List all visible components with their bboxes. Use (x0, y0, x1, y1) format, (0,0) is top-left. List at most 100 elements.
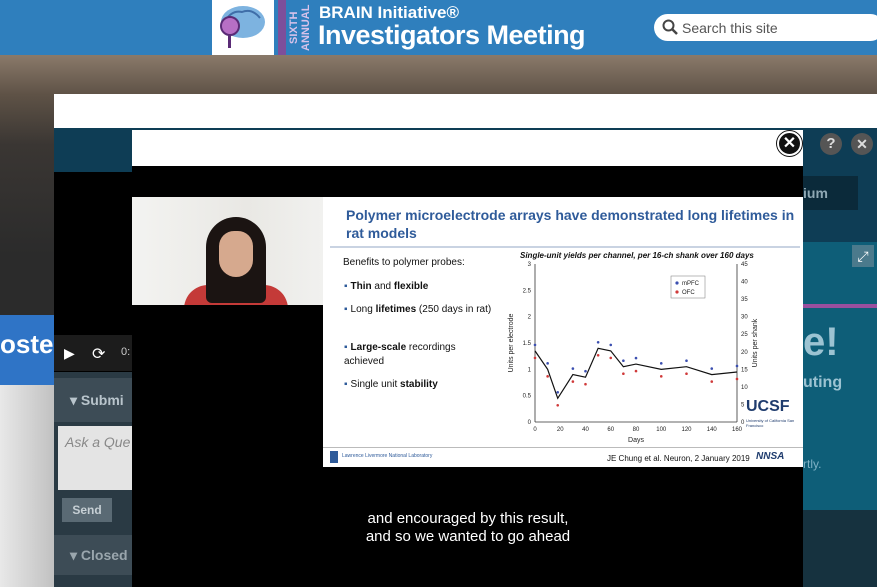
data-point-mpfc (584, 369, 587, 373)
data-point-ofc (596, 353, 600, 357)
yield-chart: 0 20 40 60 80 100 120 140 16000.511.522.53051015… (508, 262, 759, 444)
legend-label: OFC (682, 290, 695, 296)
bullet-text: Single unit (350, 379, 401, 390)
y2-tick-label: 15 (741, 367, 748, 373)
expand-icon[interactable]: ⤢ (852, 245, 874, 267)
bullet-bold: stability (400, 379, 438, 390)
data-point-ofc (659, 375, 663, 378)
right-panel-button[interactable]: ium (803, 176, 858, 210)
y2-axis-label: Units per shank (752, 318, 759, 367)
bullet-thin-flexible: ▪ Thin and flexible (344, 281, 429, 292)
submit-question-label[interactable]: ▾ Submi (70, 392, 124, 409)
data-point-ofc (609, 356, 613, 360)
right-panel-accent (803, 304, 877, 308)
nnsa-logo: NNSA (756, 451, 785, 462)
caption-line-2: and so we wanted to go ahead (365, 528, 571, 545)
speaker-face (219, 231, 253, 277)
y-tick-label: 0.5 (523, 394, 532, 400)
x-tick-label: 40 (582, 427, 589, 433)
replay-icon[interactable]: ⟳ (92, 344, 105, 364)
data-point-ofc (685, 372, 688, 375)
bullet-text: Long (350, 304, 376, 315)
y2-tick-label: 35 (741, 297, 748, 303)
data-point-ofc (533, 356, 537, 360)
y-tick-label: 2.5 (523, 288, 532, 294)
y2-tick-label: 5 (741, 402, 745, 408)
data-point-mpfc (659, 362, 663, 365)
bullet-bold: flexible (393, 281, 429, 292)
y2-tick-label: 20 (741, 350, 748, 356)
speaker-webcam (132, 197, 323, 305)
y-tick-label: 1 (528, 367, 532, 373)
data-point-mpfc (546, 362, 549, 365)
send-button[interactable]: Send (62, 498, 112, 522)
search-box[interactable] (654, 14, 877, 41)
y-tick-label: 1.5 (523, 341, 532, 347)
data-point-mpfc (571, 367, 575, 370)
logo-year: SIXTH ANNUAL (288, 4, 312, 52)
right-panel-bottom (803, 510, 877, 587)
bullet-bold: Large-scale (350, 342, 407, 353)
help-icon[interactable]: ? (820, 133, 842, 155)
bullet-bold: lifetimes (375, 304, 417, 315)
x-tick-label: 100 (656, 427, 667, 433)
slide-title-rule (330, 246, 800, 248)
slide-title: Polymer microelectrode arrays have demon… (346, 207, 795, 241)
y-axis-label: Units per electrode (508, 314, 515, 373)
logo-separator (278, 0, 286, 55)
search-icon[interactable] (662, 19, 678, 35)
x-tick-label: 60 (607, 427, 614, 433)
y-tick-label: 2 (528, 315, 532, 321)
mean-line (534, 347, 738, 400)
data-point-ofc (710, 380, 714, 383)
x-tick-label: 80 (633, 427, 640, 433)
x-tick-label: 0 (533, 427, 537, 433)
data-point-ofc (556, 404, 560, 407)
x-tick-label: 20 (557, 427, 564, 433)
brain-logo-icon[interactable] (212, 0, 274, 55)
y2-tick-label: 30 (741, 315, 748, 321)
data-point-mpfc (533, 343, 537, 347)
bullet-long-lifetimes: ▪ Long lifetimes (250 days in rat) (344, 304, 492, 315)
x-tick-label: 140 (707, 427, 718, 433)
lightbox-close-icon[interactable]: ✕ (777, 131, 802, 156)
y2-tick-label: 40 (741, 280, 748, 286)
y2-tick-label: 45 (741, 262, 748, 268)
bullet-single-unit: ▪ Single unit stability (344, 379, 438, 390)
closed-captions-label[interactable]: ▾ Closed (70, 547, 128, 564)
video-caption: and encouraged by this result, and so we… (300, 510, 636, 546)
data-point-ofc (622, 372, 625, 375)
benefits-title: Benefits to polymer probes: (343, 257, 465, 268)
caption-line-1: and encouraged by this result, (367, 510, 569, 527)
closed-captions-text: Closed (80, 547, 128, 563)
data-point-ofc (584, 382, 587, 386)
panel-close-icon[interactable]: ✕ (851, 133, 873, 155)
llnl-logo-icon (330, 451, 338, 463)
y2-tick-label: 0 (741, 420, 745, 426)
data-point-mpfc (596, 340, 600, 344)
x-tick-label: 160 (732, 427, 743, 433)
y2-tick-label: 10 (741, 385, 748, 391)
lightbox-header (132, 130, 803, 166)
data-point-ofc (571, 380, 575, 383)
data-point-mpfc (609, 343, 613, 347)
poster-sign: oster (0, 315, 56, 385)
data-point-ofc (735, 377, 739, 381)
search-input[interactable] (682, 18, 872, 37)
data-point-mpfc (634, 356, 638, 360)
ask-question-placeholder: Ask a Que (65, 434, 131, 450)
data-point-mpfc (735, 364, 739, 368)
bullet-text: and (371, 281, 394, 292)
data-point-mpfc (685, 359, 688, 362)
bullet-text: (250 days in rat) (416, 304, 492, 315)
y-tick-label: 3 (528, 262, 532, 268)
ucsf-logo: UCSF (746, 398, 790, 415)
play-icon[interactable]: ▶ (64, 345, 75, 362)
data-point-mpfc (556, 391, 560, 394)
legend-marker (675, 290, 679, 294)
data-point-mpfc (710, 367, 714, 370)
data-point-ofc (634, 369, 638, 373)
slide-citation: JE Chung et al. Neuron, 2 January 2019 (607, 454, 750, 463)
right-panel-heading: e! (803, 320, 839, 364)
bullet-large-scale: ▪ Large-scale recordings achieved (344, 342, 456, 367)
